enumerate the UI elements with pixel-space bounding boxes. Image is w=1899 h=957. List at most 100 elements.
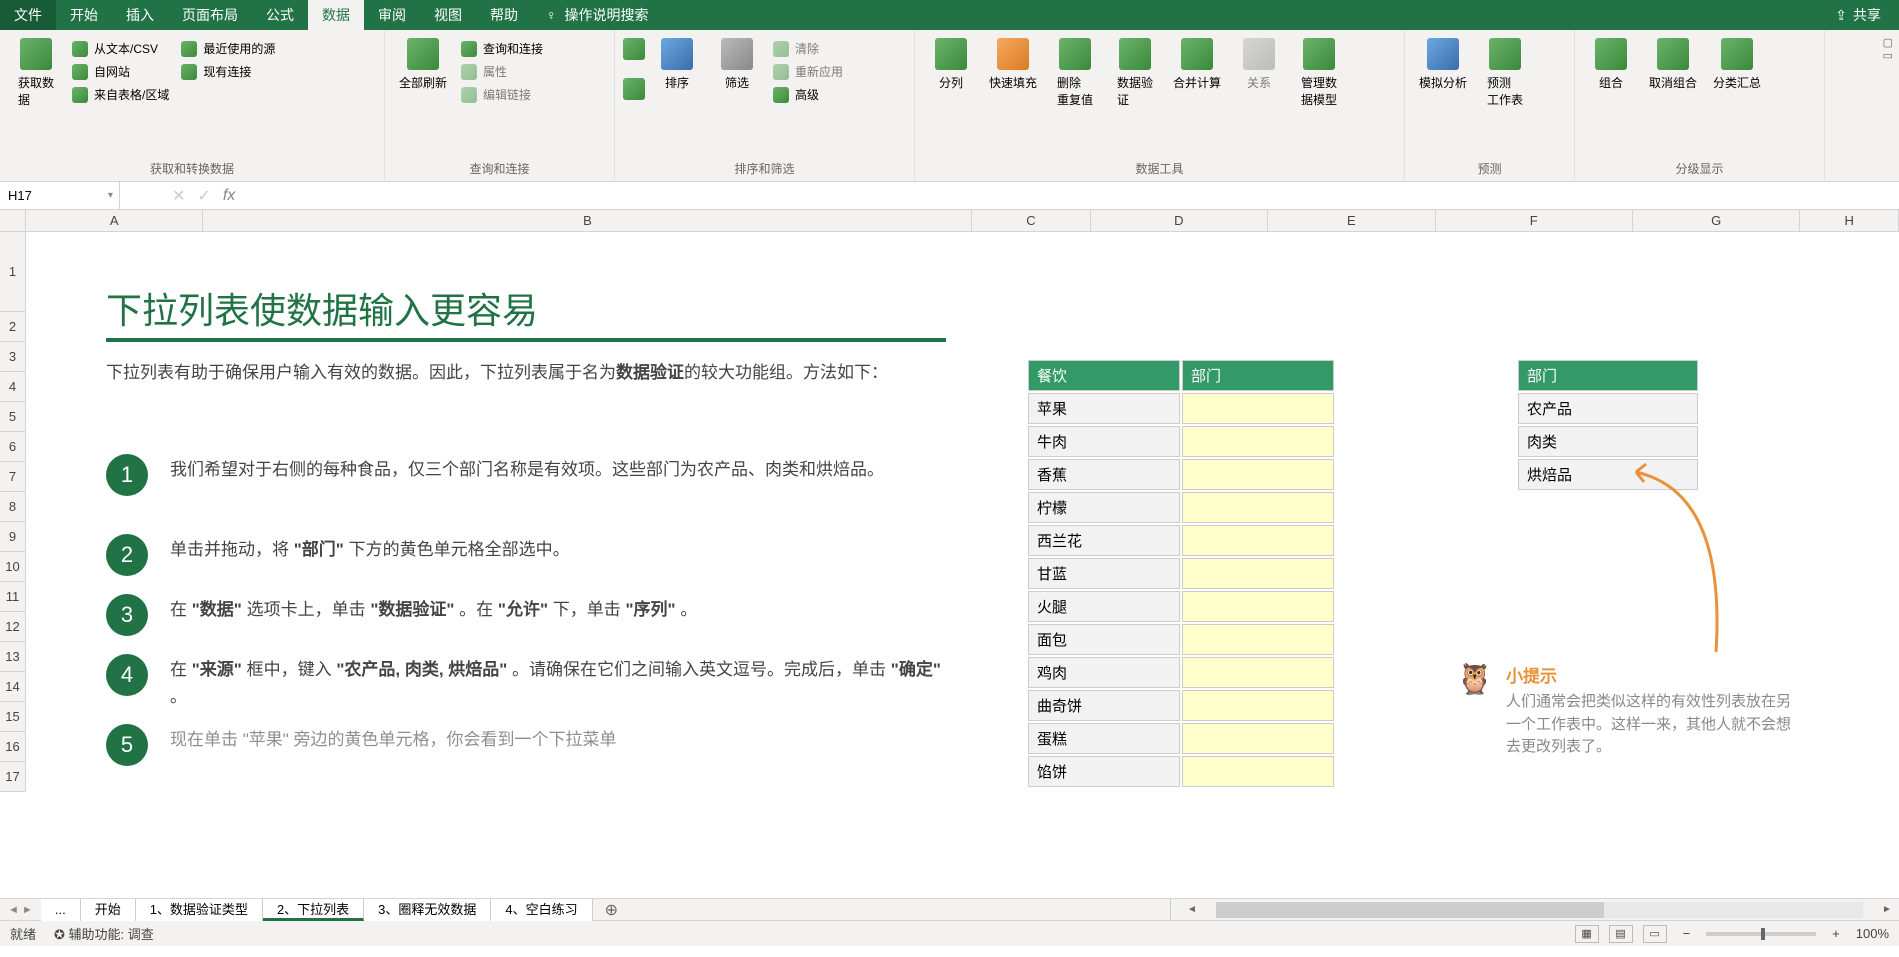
scroll-left-icon[interactable]: ◄: [1184, 904, 1200, 915]
consolidate[interactable]: 合并计算: [1167, 34, 1227, 95]
row-header[interactable]: 10: [0, 552, 25, 582]
dept-cell[interactable]: [1182, 459, 1334, 490]
dept-item[interactable]: 农产品: [1518, 393, 1698, 424]
row-header[interactable]: 8: [0, 492, 25, 522]
name-box[interactable]: H17: [0, 182, 120, 209]
dept-cell[interactable]: [1182, 426, 1334, 457]
dept-cell[interactable]: [1182, 756, 1334, 787]
remove-duplicates[interactable]: 删除 重复值: [1047, 34, 1103, 112]
col-header[interactable]: E: [1268, 210, 1436, 231]
dept-cell[interactable]: [1182, 723, 1334, 754]
sheet-tab[interactable]: 4、空白练习: [491, 899, 592, 921]
dept-header[interactable]: 部门: [1182, 360, 1334, 391]
zoom-level[interactable]: 100%: [1856, 926, 1889, 941]
sort-asc-icon[interactable]: [623, 38, 645, 60]
share-button[interactable]: ⇪ 共享: [1817, 5, 1899, 25]
food-cell[interactable]: 柠檬: [1028, 492, 1180, 523]
dept-cell[interactable]: [1182, 591, 1334, 622]
sort-button[interactable]: 排序: [649, 34, 705, 95]
menu-insert[interactable]: 插入: [112, 0, 168, 30]
menu-data[interactable]: 数据: [308, 0, 364, 30]
relationships[interactable]: 关系: [1231, 34, 1287, 95]
scroll-right-icon[interactable]: ►: [1879, 904, 1895, 915]
manage-data-model[interactable]: 管理数 据模型: [1291, 34, 1347, 112]
flash-fill[interactable]: 快速填充: [983, 34, 1043, 95]
menu-formulas[interactable]: 公式: [252, 0, 308, 30]
add-sheet-button[interactable]: ⊕: [593, 900, 630, 920]
row-header[interactable]: 3: [0, 342, 25, 372]
col-header[interactable]: C: [972, 210, 1090, 231]
row-header[interactable]: 2: [0, 312, 25, 342]
cancel-icon[interactable]: ✕: [172, 186, 185, 206]
select-all-corner[interactable]: [0, 210, 26, 232]
group-button[interactable]: 组合: [1583, 34, 1639, 95]
formula-input[interactable]: [247, 182, 1899, 209]
row-header[interactable]: 4: [0, 372, 25, 402]
tab-more[interactable]: ...: [41, 899, 81, 921]
tab-nav[interactable]: ◄ ►: [0, 904, 41, 916]
dept-cell[interactable]: [1182, 690, 1334, 721]
text-to-columns[interactable]: 分列: [923, 34, 979, 95]
properties[interactable]: 属性: [457, 61, 547, 82]
hscrollbar[interactable]: [1216, 902, 1863, 918]
col-header[interactable]: D: [1091, 210, 1268, 231]
food-cell[interactable]: 甘蓝: [1028, 558, 1180, 589]
fx-icon[interactable]: fx: [223, 187, 235, 205]
col-header[interactable]: A: [26, 210, 203, 231]
dept-header[interactable]: 部门: [1518, 360, 1698, 391]
sheet-tab[interactable]: 开始: [81, 899, 136, 921]
recent-sources[interactable]: 最近使用的源: [177, 38, 279, 59]
from-text-csv[interactable]: 从文本/CSV: [68, 38, 173, 59]
food-cell[interactable]: 牛肉: [1028, 426, 1180, 457]
ungroup-button[interactable]: 取消组合: [1643, 34, 1703, 95]
sheet-tab[interactable]: 1、数据验证类型: [136, 899, 263, 921]
row-header[interactable]: 6: [0, 432, 25, 462]
col-header[interactable]: F: [1436, 210, 1633, 231]
zoom-in-button[interactable]: +: [1826, 926, 1846, 941]
dept-item[interactable]: 肉类: [1518, 426, 1698, 457]
sheet-tab[interactable]: 3、圈释无效数据: [364, 899, 491, 921]
enter-icon[interactable]: ✓: [197, 186, 210, 206]
view-normal-button[interactable]: ▦: [1575, 925, 1599, 943]
row-header[interactable]: 15: [0, 702, 25, 732]
advanced-filter[interactable]: 高级: [769, 84, 847, 105]
food-cell[interactable]: 火腿: [1028, 591, 1180, 622]
food-cell[interactable]: 香蕉: [1028, 459, 1180, 490]
row-header[interactable]: 9: [0, 522, 25, 552]
menu-review[interactable]: 审阅: [364, 0, 420, 30]
accessibility-status[interactable]: ✪ 辅助功能: 调查: [54, 924, 154, 943]
food-cell[interactable]: 苹果: [1028, 393, 1180, 424]
col-header[interactable]: H: [1800, 210, 1899, 231]
zoom-out-button[interactable]: −: [1677, 926, 1697, 941]
row-header[interactable]: 13: [0, 642, 25, 672]
refresh-all-button[interactable]: 全部刷新: [393, 34, 453, 95]
sheet-tab-active[interactable]: 2、下拉列表: [263, 899, 364, 921]
from-table[interactable]: 来自表格/区域: [68, 84, 173, 105]
menu-file[interactable]: 文件: [0, 0, 56, 30]
col-header[interactable]: G: [1633, 210, 1801, 231]
menu-view[interactable]: 视图: [420, 0, 476, 30]
edit-links[interactable]: 编辑链接: [457, 84, 547, 105]
food-cell[interactable]: 面包: [1028, 624, 1180, 655]
view-page-break-button[interactable]: ▭: [1643, 925, 1667, 943]
food-cell[interactable]: 蛋糕: [1028, 723, 1180, 754]
food-cell[interactable]: 馅饼: [1028, 756, 1180, 787]
row-header[interactable]: 12: [0, 612, 25, 642]
col-header[interactable]: B: [203, 210, 972, 231]
filter-button[interactable]: 筛选: [709, 34, 765, 95]
dept-cell[interactable]: [1182, 393, 1334, 424]
clear-filter[interactable]: 清除: [769, 38, 847, 59]
row-header[interactable]: 1: [0, 232, 25, 312]
get-data-button[interactable]: 获取数 据: [8, 34, 64, 112]
menu-help[interactable]: 帮助: [476, 0, 532, 30]
reapply-filter[interactable]: 重新应用: [769, 61, 847, 82]
dept-cell[interactable]: [1182, 657, 1334, 688]
row-header[interactable]: 17: [0, 762, 25, 792]
data-validation[interactable]: 数据验 证: [1107, 34, 1163, 112]
food-header[interactable]: 餐饮: [1028, 360, 1180, 391]
menu-layout[interactable]: 页面布局: [168, 0, 252, 30]
from-web[interactable]: 自网站: [68, 61, 173, 82]
queries-connections[interactable]: 查询和连接: [457, 38, 547, 59]
food-cell[interactable]: 鸡肉: [1028, 657, 1180, 688]
forecast-sheet[interactable]: 预测 工作表: [1477, 34, 1533, 112]
